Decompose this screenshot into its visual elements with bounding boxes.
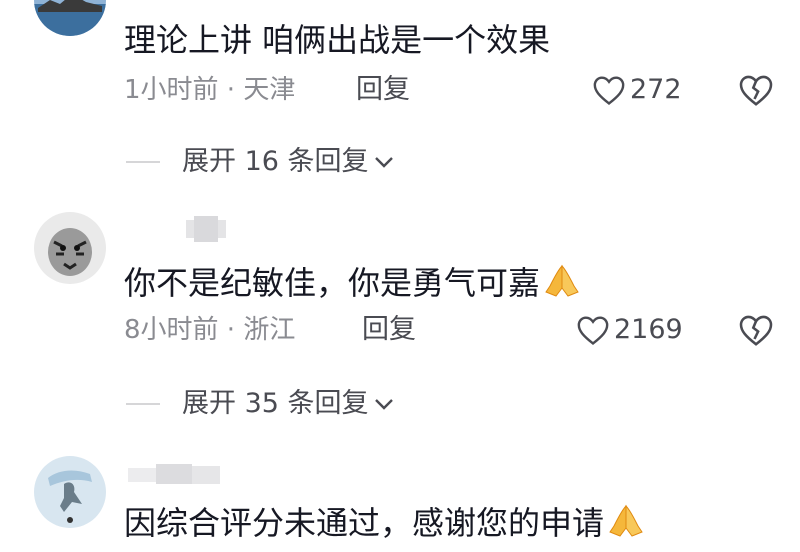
heart-outline-icon — [577, 316, 609, 345]
comment-meta: 1小时前 · 天津 回复 272 — [124, 70, 784, 110]
avatar[interactable] — [34, 0, 106, 36]
broken-heart-icon[interactable] — [738, 312, 774, 348]
reply-button[interactable]: 回复 — [356, 70, 410, 110]
comment-text: 你不是纪敏佳，你是勇气可嘉 — [124, 262, 582, 303]
avatar[interactable] — [34, 456, 106, 528]
expand-replies-label: 展开 16 条回复 — [182, 146, 369, 177]
like-button[interactable]: 272 — [592, 70, 682, 110]
comment-text: 理论上讲 咱俩出战是一个效果 — [124, 21, 551, 59]
expand-replies-button[interactable]: 展开 16 条回复 — [126, 142, 395, 182]
chevron-down-icon — [374, 157, 393, 168]
comment-text-body: 因综合评分未通过，感谢您的申请 — [124, 504, 605, 542]
like-button[interactable]: 2169 — [576, 310, 683, 350]
comment-item: 你不是纪敏佳，你是勇气可嘉 8小时前 · 浙江 回复 2169 展开 35 条回… — [0, 200, 800, 440]
comment-time-location: 8小时前 · 浙江 — [124, 315, 296, 345]
like-count: 272 — [630, 74, 682, 105]
expand-replies-button[interactable]: 展开 35 条回复 — [126, 384, 395, 424]
comment-text: 因综合评分未通过，感谢您的申请 — [124, 502, 646, 543]
comment-text-body: 你不是纪敏佳，你是勇气可嘉 — [124, 264, 541, 302]
comment-time-location: 1小时前 · 天津 — [124, 75, 296, 105]
broken-heart-icon[interactable] — [738, 72, 774, 108]
comment-item: 因综合评分未通过，感谢您的申请 — [0, 440, 800, 552]
divider — [126, 403, 160, 405]
divider — [126, 161, 160, 163]
praying-hands-emoji — [609, 504, 643, 537]
comment-item: 理论上讲 咱俩出战是一个效果 1小时前 · 天津 回复 272 展开 16 条回… — [0, 0, 800, 200]
expand-replies-label: 展开 35 条回复 — [182, 388, 369, 419]
heart-outline-icon — [593, 76, 625, 105]
username-blurred[interactable] — [128, 462, 220, 486]
comment-meta: 8小时前 · 浙江 回复 2169 — [124, 310, 784, 350]
username-blurred[interactable] — [186, 216, 226, 242]
chevron-down-icon — [374, 399, 393, 410]
like-count: 2169 — [614, 314, 683, 345]
reply-button[interactable]: 回复 — [362, 310, 416, 350]
praying-hands-emoji — [545, 264, 579, 297]
avatar[interactable] — [34, 212, 106, 284]
